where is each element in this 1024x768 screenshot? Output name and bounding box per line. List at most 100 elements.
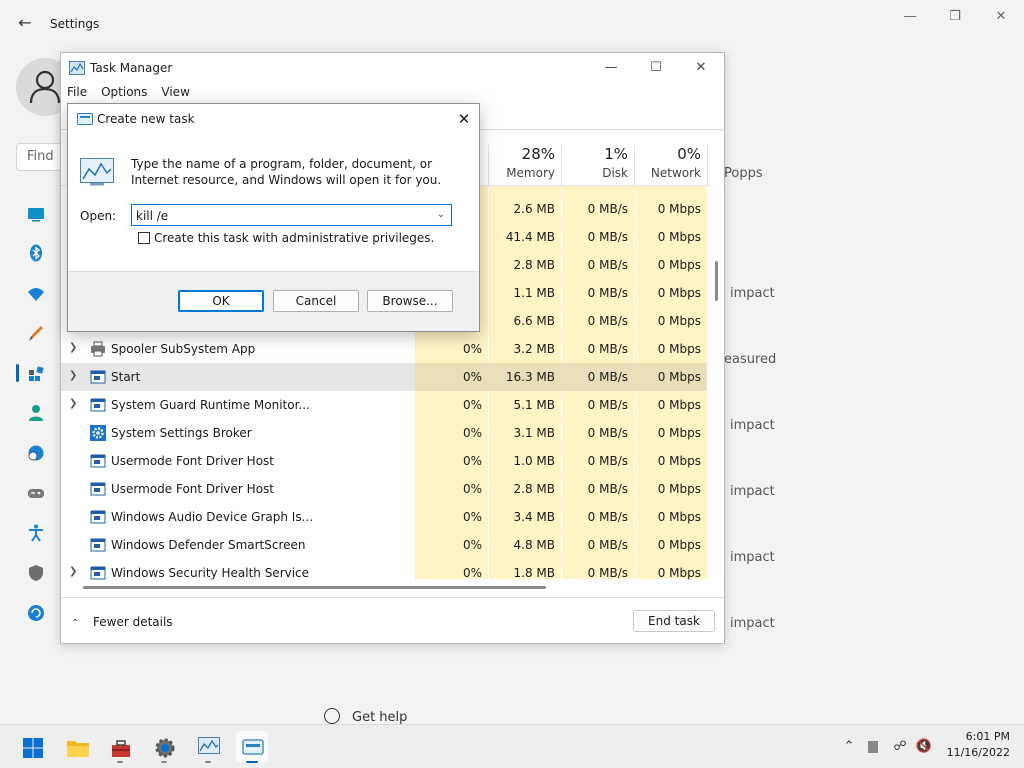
- show-hidden-icons-chevron-icon[interactable]: ⌃: [840, 737, 858, 757]
- network-value: 0 Mbps: [657, 286, 701, 300]
- network-globe-icon[interactable]: ☍: [890, 737, 910, 757]
- open-input[interactable]: [136, 207, 426, 224]
- start-button[interactable]: [16, 731, 48, 763]
- close-icon[interactable]: ✕: [691, 58, 711, 78]
- expand-chevron-icon[interactable]: ❯: [69, 398, 79, 410]
- taskbar-run-dialog[interactable]: [236, 731, 268, 763]
- network-value: 0 Mbps: [657, 370, 701, 384]
- memory-percent: 28%: [521, 145, 555, 163]
- taskbar-toolbox[interactable]: [104, 731, 136, 763]
- memory-value: 1.8 MB: [513, 566, 555, 580]
- process-row[interactable]: Usermode Font Driver Host 0% 2.8 MB 0 MB/s 0…: [61, 475, 707, 503]
- window-icon: [90, 397, 106, 413]
- get-help-link[interactable]: Get help: [324, 708, 407, 725]
- memory-value: 5.1 MB: [513, 398, 555, 412]
- ok-button[interactable]: OK: [178, 290, 264, 312]
- cpu-value: 0%: [462, 538, 482, 552]
- expand-chevron-icon[interactable]: ❯: [69, 342, 79, 354]
- memory-value: 16.3 MB: [505, 370, 555, 384]
- disk-value: 0 MB/s: [587, 398, 628, 412]
- admin-privileges-option[interactable]: Create this task with administrative pri…: [138, 231, 434, 245]
- minimize-icon[interactable]: —: [601, 58, 621, 78]
- disk-value: 0 MB/s: [587, 342, 628, 356]
- process-row[interactable]: ❯ Spooler SubSystem App 0% 3.2 MB 0 MB/s 0 Mb…: [61, 335, 707, 363]
- cpu-value: 0%: [462, 370, 482, 384]
- task-manager-large-icon: [80, 158, 114, 186]
- window-icon: [90, 537, 106, 553]
- taskbar-task-manager[interactable]: [192, 731, 224, 763]
- close-icon[interactable]: ✕: [991, 8, 1011, 26]
- windows-update-icon[interactable]: [26, 603, 46, 623]
- get-help-label: Get help: [352, 710, 408, 725]
- accounts-icon[interactable]: [26, 403, 46, 423]
- memory-value: 1.0 MB: [513, 454, 555, 468]
- accessibility-icon[interactable]: [26, 523, 46, 543]
- window-icon: [90, 509, 106, 525]
- network-value: 0 Mbps: [657, 230, 701, 244]
- network-value: 0 Mbps: [657, 566, 701, 580]
- time-language-icon[interactable]: [26, 443, 46, 463]
- cpu-value: 0%: [462, 482, 482, 496]
- network-value: 0 Mbps: [657, 510, 701, 524]
- disk-label: Disk: [602, 166, 628, 180]
- horizontal-scrollbar[interactable]: [83, 586, 546, 589]
- personalization-icon[interactable]: [26, 323, 46, 343]
- process-row[interactable]: ❯ Start 0% 16.3 MB 0 MB/s 0 Mbps: [61, 363, 707, 391]
- process-row[interactable]: ❯ System Guard Runtime Monitor... 0% 5.1 MB…: [61, 391, 707, 419]
- running-indicator: [117, 761, 123, 763]
- process-row[interactable]: Usermode Font Driver Host 0% 1.0 MB 0 MB/s 0…: [61, 447, 707, 475]
- minimize-icon[interactable]: —: [900, 8, 920, 26]
- task-manager-icon: [69, 61, 85, 75]
- browse-button[interactable]: Browse...: [367, 290, 453, 312]
- gaming-icon[interactable]: [26, 483, 46, 503]
- notification-icon[interactable]: [866, 737, 880, 757]
- system-clock[interactable]: 6:01 PM 11/16/2022: [938, 729, 1010, 761]
- process-name: Spooler SubSystem App: [111, 342, 256, 356]
- apps-icon[interactable]: [26, 364, 46, 384]
- startup-impact-text: easured: [724, 352, 777, 367]
- expand-chevron-icon[interactable]: ❯: [69, 566, 79, 578]
- taskbar-settings[interactable]: [148, 731, 180, 763]
- bluetooth-icon[interactable]: [26, 243, 46, 263]
- end-task-button[interactable]: End task: [633, 610, 715, 632]
- memory-value: 2.8 MB: [513, 482, 555, 496]
- vertical-scrollbar[interactable]: [715, 261, 718, 301]
- memory-label: Memory: [506, 166, 555, 180]
- restore-icon[interactable]: ❐: [945, 8, 965, 26]
- process-row[interactable]: Windows Defender SmartScreen 0% 4.8 MB 0 MB…: [61, 531, 707, 559]
- menu-file[interactable]: File: [67, 85, 87, 99]
- disk-value: 0 MB/s: [587, 286, 628, 300]
- network-value: 0 Mbps: [657, 426, 701, 440]
- fewer-details-button[interactable]: ⌃ Fewer details: [71, 615, 173, 629]
- menu-options[interactable]: Options: [101, 85, 147, 99]
- run-dialog-icon: [242, 739, 264, 755]
- admin-checkbox[interactable]: [138, 232, 150, 244]
- taskbar-file-explorer[interactable]: [60, 731, 92, 763]
- nav-selected-indicator: [16, 364, 19, 382]
- start-icon: [23, 738, 43, 758]
- chevron-down-icon[interactable]: ⌄: [433, 207, 449, 223]
- process-row[interactable]: ❯ Windows Security Health Service 0% 1.8 MB…: [61, 559, 707, 587]
- volume-muted-icon[interactable]: 🔇: [914, 737, 934, 757]
- menu-view[interactable]: View: [161, 85, 189, 99]
- settings-search-input[interactable]: Find a: [16, 143, 66, 171]
- column-header-memory[interactable]: 28% Memory: [491, 145, 555, 180]
- maximize-icon[interactable]: ☐: [646, 58, 666, 78]
- process-row[interactable]: Windows Audio Device Graph Is... 0% 3.4 MB…: [61, 503, 707, 531]
- column-header-network[interactable]: 0% Network: [637, 145, 701, 180]
- back-arrow-icon[interactable]: ←: [16, 14, 34, 32]
- disk-value: 0 MB/s: [587, 258, 628, 272]
- network-value: 0 Mbps: [657, 482, 701, 496]
- process-row[interactable]: System Settings Broker 0% 3.1 MB 0 MB/s 0 Mb…: [61, 419, 707, 447]
- close-icon[interactable]: ✕: [454, 109, 474, 129]
- startup-impact-text: impact: [730, 484, 775, 499]
- settings-column-header: Popps: [724, 166, 763, 181]
- system-icon[interactable]: [26, 204, 46, 224]
- expand-chevron-icon[interactable]: ❯: [69, 370, 79, 382]
- privacy-security-icon[interactable]: [26, 563, 46, 583]
- column-header-disk[interactable]: 1% Disk: [564, 145, 628, 180]
- cpu-value: 0%: [462, 426, 482, 440]
- network-icon[interactable]: [26, 284, 46, 304]
- open-combobox[interactable]: ⌄: [131, 204, 452, 226]
- cancel-button[interactable]: Cancel: [273, 290, 359, 312]
